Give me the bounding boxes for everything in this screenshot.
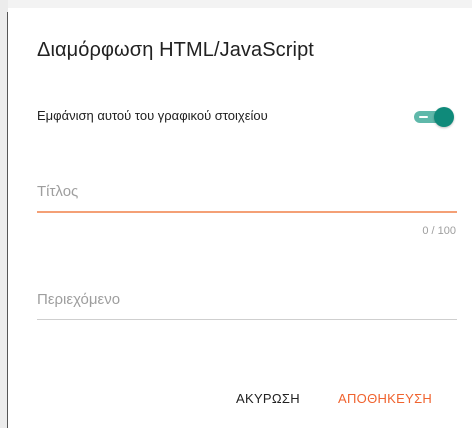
html-javascript-config-dialog: Διαμόρφωση HTML/JavaScript Εμφάνιση αυτο… — [8, 8, 472, 428]
visibility-toggle-row: Εμφάνιση αυτού του γραφικού στοιχείου — [37, 106, 457, 127]
content-field — [37, 286, 457, 322]
title-field — [37, 178, 457, 214]
cancel-button[interactable]: ΑΚΥΡΩΣΗ — [236, 391, 300, 406]
page: Διαμόρφωση HTML/JavaScript Εμφάνιση αυτο… — [0, 0, 472, 428]
title-input-underline — [37, 211, 457, 213]
content-input-underline — [37, 319, 457, 320]
visibility-toggle-label: Εμφάνιση αυτού του γραφικού στοιχείου — [37, 108, 268, 123]
switch-thumb — [434, 107, 454, 127]
save-button[interactable]: ΑΠΟΘΗΚΕΥΣΗ — [338, 391, 432, 406]
visibility-toggle-switch[interactable] — [411, 106, 455, 127]
dialog-title: Διαμόρφωση HTML/JavaScript — [37, 39, 314, 61]
content-input[interactable] — [37, 286, 457, 312]
title-char-counter: 0 / 100 — [422, 225, 456, 237]
switch-on-indicator — [419, 116, 428, 118]
title-input[interactable] — [37, 178, 457, 204]
top-strip — [0, 0, 472, 8]
dialog-actions: ΑΚΥΡΩΣΗ ΑΠΟΘΗΚΕΥΣΗ — [8, 391, 464, 411]
